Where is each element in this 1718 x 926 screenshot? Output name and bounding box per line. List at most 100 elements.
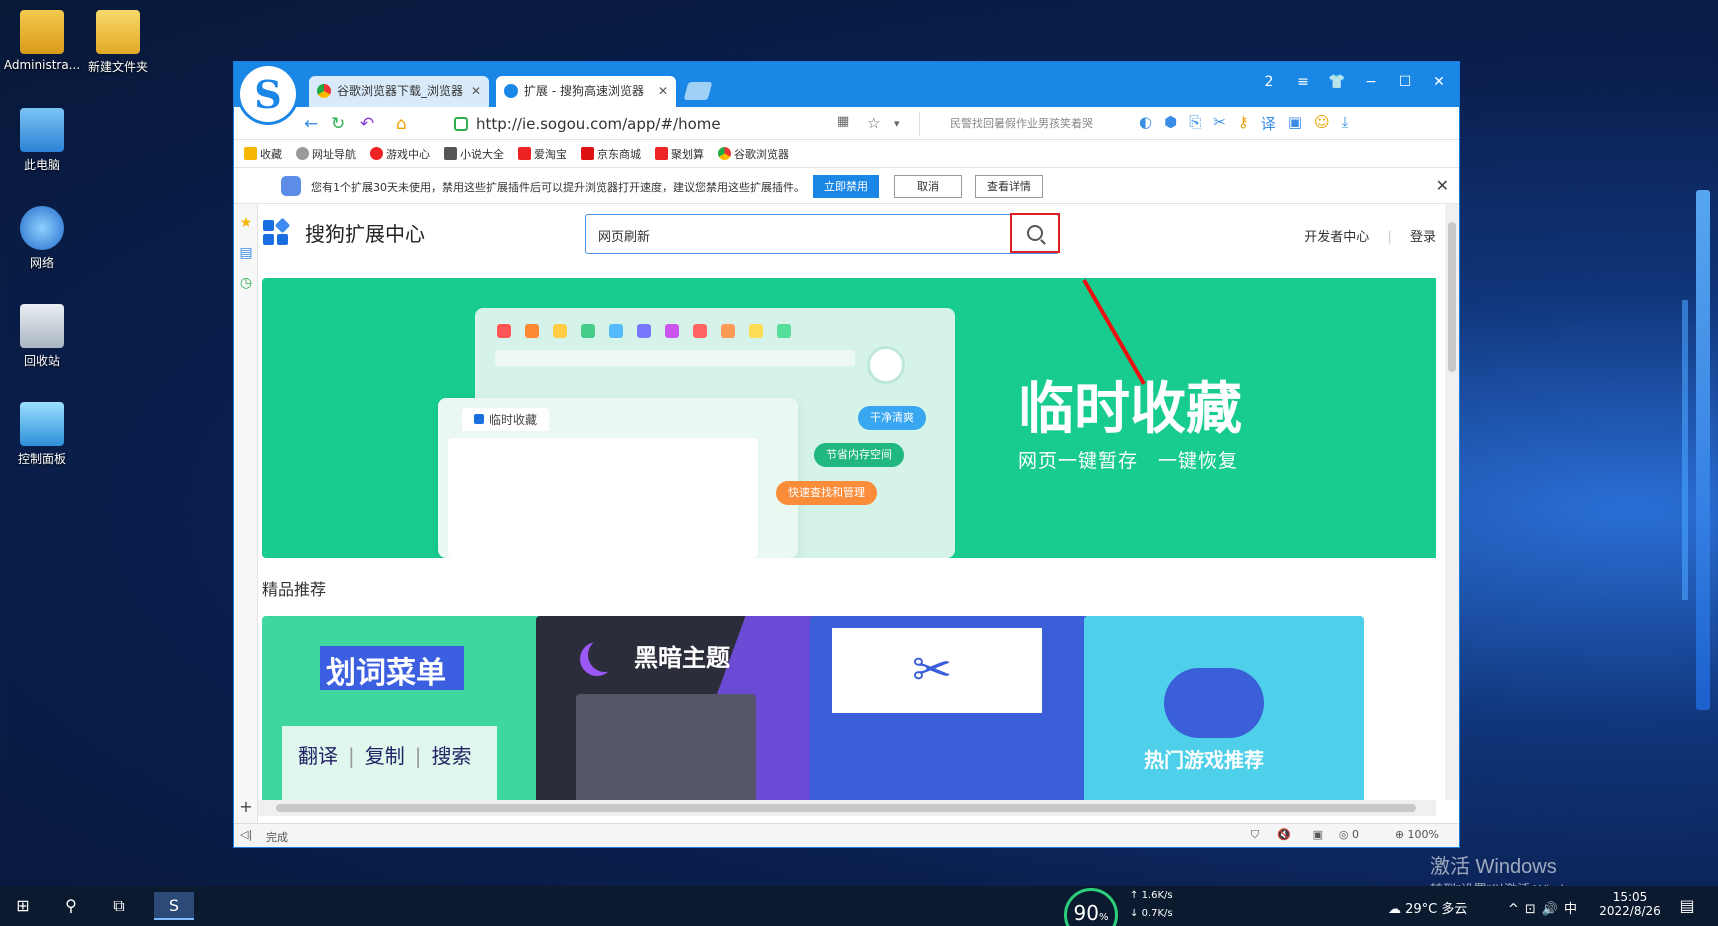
close-icon[interactable]: ✕	[1436, 176, 1449, 195]
tab-extensions[interactable]: 扩展 - 搜狗高速浏览器 ✕	[496, 76, 676, 107]
resource-monitor[interactable]: 90% ↑ 1.6K/s ↓ 0.7K/s	[1064, 886, 1184, 926]
tab-chrome-download[interactable]: 谷歌浏览器下载_浏览器 ✕	[309, 76, 489, 107]
clock[interactable]: 15:05 2022/8/26	[1598, 890, 1662, 926]
key-icon[interactable]: ⚷	[1238, 113, 1249, 134]
desktop-icon-this-pc[interactable]: 此电脑	[0, 108, 84, 173]
close-tab-icon[interactable]: ✕	[471, 76, 481, 107]
shield-icon[interactable]: ⛉	[1251, 828, 1259, 842]
bookmark-chrome[interactable]: 谷歌浏览器	[718, 146, 789, 162]
login-link[interactable]: 登录	[1410, 230, 1436, 245]
cancel-button[interactable]: 取消	[894, 175, 962, 198]
banner-title: 临时收藏	[1018, 377, 1242, 442]
card-menu-row: 翻译 | 复制 | 搜索	[298, 744, 472, 768]
notification-icon[interactable]: ▤	[1672, 892, 1702, 920]
bookmark-jd[interactable]: 京东商城	[581, 146, 641, 162]
disable-now-button[interactable]: 立即禁用	[813, 175, 879, 198]
sogou-logo-icon[interactable]: S	[240, 66, 296, 122]
tab-label: 扩展 - 搜狗高速浏览器	[524, 84, 644, 98]
desktop-icon-label: 控制面板	[17, 452, 66, 466]
scroll-thumb[interactable]	[276, 804, 1416, 812]
reading-icon[interactable]: ▤	[239, 246, 253, 260]
search-icon[interactable]: ⚲	[56, 892, 86, 920]
game-icon	[370, 147, 383, 160]
extension-search-input[interactable]: 网页刷新	[585, 213, 1060, 254]
bookmark-favorites[interactable]: 收藏	[244, 146, 282, 162]
window-icon[interactable]: ▣	[1288, 113, 1302, 134]
sogou-taskbar-icon[interactable]: S	[154, 892, 194, 920]
close-window-button[interactable]: ✕	[1429, 74, 1449, 90]
weather-widget[interactable]: ☁ 29°C 多云	[1388, 898, 1467, 926]
menu-translate: 翻译	[298, 744, 338, 768]
bookmark-juhuasuan[interactable]: 聚划算	[655, 146, 704, 162]
skin-icon[interactable]: 👕	[1327, 74, 1347, 90]
desktop-icon-label: 新建文件夹	[87, 60, 148, 74]
screenshot-icon[interactable]: ▣	[1313, 828, 1323, 841]
close-tab-icon[interactable]: ✕	[658, 76, 668, 107]
promo-banner[interactable]: 临时收藏 干净清爽 节省内存空间 快速查找和管理 临时收藏 网页一键暂存 一键恢…	[262, 278, 1436, 558]
brand[interactable]: 搜狗扩展中心	[263, 217, 425, 247]
start-windows-icon[interactable]: ⊞	[8, 892, 38, 920]
ime-indicator[interactable]: 中	[1564, 902, 1583, 917]
vertical-scrollbar[interactable]	[1445, 204, 1459, 800]
minimize-button[interactable]: −	[1361, 74, 1381, 90]
developer-center-link[interactable]: 开发者中心	[1304, 230, 1369, 245]
screen-icon[interactable]: ⎘	[1189, 113, 1201, 134]
desktop-icon-control-panel[interactable]: 控制面板	[0, 402, 84, 467]
banner-inner-window: 临时收藏	[438, 398, 798, 558]
menu-icon[interactable]: ≡	[1293, 74, 1313, 90]
bookmark-games[interactable]: 游戏中心	[370, 146, 430, 162]
network-icon[interactable]: ⊡	[1525, 902, 1542, 917]
bookmark-nav[interactable]: 网址导航	[296, 146, 356, 162]
undo-icon[interactable]: ↶	[360, 114, 374, 134]
bookmark-taobao[interactable]: 爱淘宝	[518, 146, 567, 162]
desktop-icon-new-folder[interactable]: 新建文件夹	[76, 10, 160, 75]
bookmark-novels[interactable]: 小说大全	[444, 146, 504, 162]
card-title: 黑暗主题	[634, 644, 730, 672]
window-count-icon[interactable]: 2	[1259, 74, 1279, 90]
jd-icon	[581, 147, 594, 160]
bookmark-label: 谷歌浏览器	[734, 147, 789, 161]
card-games[interactable]: 热门游戏推荐	[1084, 616, 1364, 800]
refresh-icon[interactable]: ↻	[331, 114, 345, 134]
extension-center-logo-icon	[263, 217, 291, 246]
history-clock-icon[interactable]: ◷	[239, 276, 253, 290]
add-icon[interactable]: +	[239, 799, 253, 815]
new-tab-button[interactable]	[683, 82, 713, 100]
card-title: 划词菜单	[326, 656, 446, 691]
download-icon[interactable]: ⤓	[1342, 113, 1349, 134]
back-icon[interactable]: ←	[304, 114, 318, 134]
favorites-star-icon[interactable]: ★	[239, 216, 253, 230]
mute-icon[interactable]: 🔇	[1277, 828, 1291, 841]
weather-icon[interactable]: ◐	[1139, 113, 1152, 134]
search-button[interactable]	[1010, 213, 1060, 253]
search-box[interactable]: 民警找回暑假作业男孩笑着哭	[919, 112, 1134, 136]
view-details-button[interactable]: 查看详情	[975, 175, 1043, 198]
scissors-icon[interactable]: ✂	[1213, 113, 1226, 134]
horizontal-scrollbar[interactable]	[258, 800, 1436, 816]
extension-icon[interactable]: ⬢	[1164, 113, 1177, 134]
cpu-value: 90	[1073, 901, 1099, 925]
card-screenshot[interactable]: ✂	[810, 616, 1090, 800]
gamepad-icon	[1164, 668, 1264, 738]
home-icon[interactable]: ⌂	[396, 114, 407, 134]
task-view-icon[interactable]: ⧉	[104, 892, 134, 920]
desktop-icon-admin[interactable]: Administra...	[0, 10, 84, 72]
emoji-icon[interactable]: ☺	[1314, 113, 1330, 134]
sidebar-toggle-icon[interactable]: ◁|	[240, 828, 252, 841]
scroll-thumb[interactable]	[1448, 222, 1456, 372]
search-hint: 民警找回暑假作业男孩笑着哭	[950, 117, 1093, 130]
card-word-menu[interactable]: 划词菜单 翻译 | 复制 | 搜索	[262, 616, 542, 800]
qr-icon[interactable]: ▦	[837, 114, 849, 129]
card-dark-theme[interactable]: 黑暗主题	[536, 616, 816, 800]
desktop-icon-network[interactable]: 网络	[0, 206, 84, 271]
volume-icon[interactable]: 🔊	[1542, 902, 1564, 917]
chevron-down-icon[interactable]: ▾	[894, 117, 900, 130]
translate-icon[interactable]: 译	[1261, 113, 1276, 134]
moon-icon	[588, 638, 622, 672]
favorite-star-icon[interactable]: ☆	[867, 114, 880, 132]
chevron-up-icon[interactable]: ^	[1508, 902, 1525, 917]
adblock-count[interactable]: ◎ 0	[1339, 828, 1359, 841]
desktop-icon-recycle-bin[interactable]: 回收站	[0, 304, 84, 369]
zoom-level[interactable]: ⊕ 100%	[1395, 828, 1439, 841]
maximize-button[interactable]: ☐	[1395, 74, 1415, 90]
